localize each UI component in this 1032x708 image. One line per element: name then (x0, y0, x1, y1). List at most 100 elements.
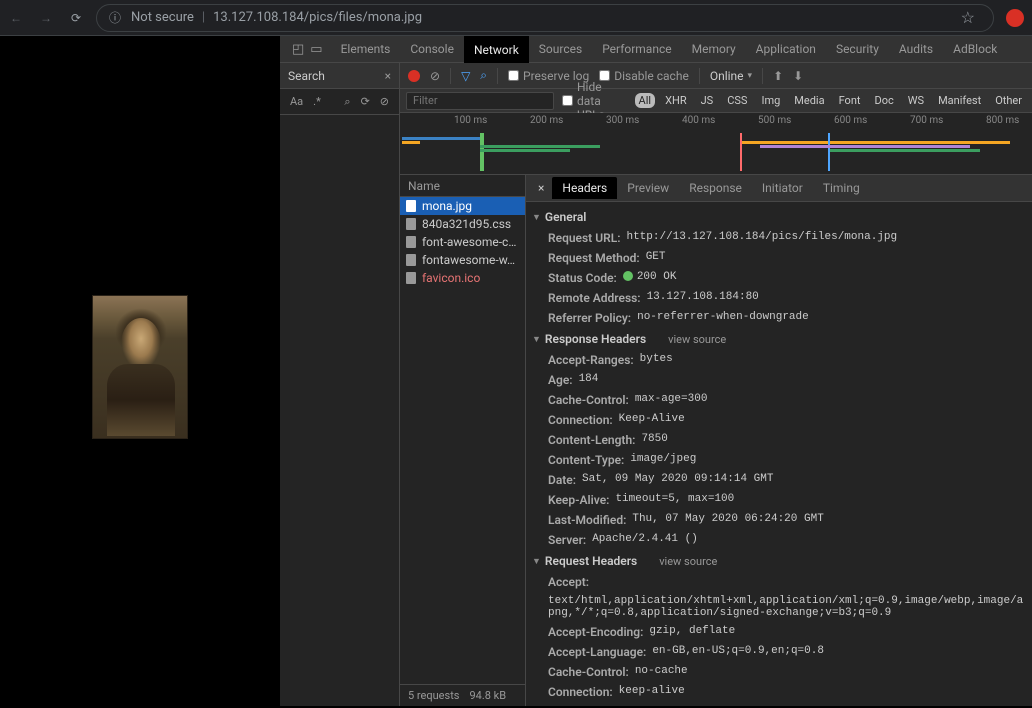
clear-icon[interactable]: ⊘ (430, 69, 440, 83)
search-label: Search (288, 69, 325, 83)
devtools-body: Search × Aa .* ⌕ ⟳ ⊘ ⊘ ▽ ⌕ (280, 63, 1032, 706)
header-row: Keep-Alive:timeout=5, max=100 (526, 490, 1032, 510)
request-name: favicon.ico (422, 271, 480, 285)
header-value: gzip, deflate (649, 625, 735, 639)
view-source-link[interactable]: view source (659, 555, 717, 568)
header-key: Connection: (548, 413, 613, 427)
header-value: 13.127.108.184:80 (647, 291, 759, 305)
record-icon[interactable] (408, 70, 420, 82)
devtools-tab-performance[interactable]: Performance (592, 36, 681, 63)
header-key: Connection: (548, 685, 613, 699)
throttle-select[interactable]: Online▾ (710, 69, 752, 83)
section-request-headers[interactable]: ▼Request Headersview source (526, 550, 1032, 572)
devtools-tab-audits[interactable]: Audits (889, 36, 943, 63)
download-icon[interactable]: ⬇ (793, 69, 803, 83)
refresh-icon[interactable]: ⟳ (361, 95, 370, 108)
close-icon[interactable]: × (530, 181, 552, 195)
forward-icon[interactable]: → (38, 10, 54, 26)
header-key: Keep-Alive: (548, 493, 609, 507)
detail-tab-initiator[interactable]: Initiator (752, 177, 813, 199)
devtools-tab-sources[interactable]: Sources (529, 36, 592, 63)
filter-type-font[interactable]: Font (835, 93, 865, 108)
devtools-tab-security[interactable]: Security (826, 36, 889, 63)
request-item[interactable]: fontawesome-w… (400, 251, 525, 269)
detail-tab-preview[interactable]: Preview (617, 177, 679, 199)
bookmark-star-icon[interactable]: ☆ (961, 8, 975, 27)
info-icon[interactable]: ⓘ (107, 10, 123, 26)
request-item[interactable]: mona.jpg (400, 197, 525, 215)
devtools-tab-elements[interactable]: Elements (331, 36, 401, 63)
filter-type-all[interactable]: All (635, 93, 656, 108)
devtools-tab-memory[interactable]: Memory (682, 36, 746, 63)
detail-tab-timing[interactable]: Timing (813, 177, 870, 199)
request-detail: × HeadersPreviewResponseInitiatorTiming … (526, 175, 1032, 706)
filter-type-ws[interactable]: WS (904, 93, 928, 108)
reload-icon[interactable]: ⟳ (68, 10, 84, 26)
search-icon[interactable]: ⌕ (344, 95, 350, 109)
header-row: Age: 184 (526, 370, 1032, 390)
request-item[interactable]: favicon.ico (400, 269, 525, 287)
url-bar[interactable]: ⓘ Not secure | 13.127.108.184/pics/files… (96, 4, 994, 32)
request-name: mona.jpg (422, 199, 472, 213)
status-dot-icon (623, 271, 633, 281)
filter-type-media[interactable]: Media (790, 93, 828, 108)
request-count: 5 requests (408, 689, 459, 702)
devtools-tab-network[interactable]: Network (464, 36, 529, 63)
view-source-link[interactable]: view source (668, 333, 726, 346)
section-general[interactable]: ▼General (526, 206, 1032, 228)
devtools-tab-adblock[interactable]: AdBlock (943, 36, 1007, 63)
timeline[interactable]: 100 ms200 ms300 ms400 ms500 ms600 ms700 … (400, 113, 1032, 175)
header-key: Remote Address: (548, 291, 641, 305)
header-value: 184 (579, 373, 599, 387)
detail-tab-response[interactable]: Response (679, 177, 752, 199)
request-name: font-awesome-c… (422, 235, 516, 249)
devtools-tab-console[interactable]: Console (400, 36, 464, 63)
detail-body[interactable]: ▼General Request URL:http://13.127.108.1… (526, 202, 1032, 706)
devtools-tab-application[interactable]: Application (746, 36, 826, 63)
regex-toggle[interactable]: .* (313, 95, 321, 108)
case-toggle[interactable]: Aa (290, 95, 303, 108)
header-key: Server: (548, 533, 586, 547)
header-key: Content-Type: (548, 453, 624, 467)
filter-input[interactable] (406, 92, 554, 110)
detail-tab-headers[interactable]: Headers (552, 177, 617, 199)
upload-icon[interactable]: ⬆ (773, 69, 783, 83)
header-row: Request Method:GET (526, 248, 1032, 268)
header-row: Referrer Policy:no-referrer-when-downgra… (526, 308, 1032, 328)
page-viewport (0, 36, 280, 698)
clear-icon[interactable]: ⊘ (380, 95, 389, 108)
header-key: Accept-Ranges: (548, 353, 634, 367)
filter-type-css[interactable]: CSS (723, 93, 751, 108)
request-list-header[interactable]: Name (400, 175, 525, 197)
header-row: Remote Address: 13.127.108.184:80 (526, 288, 1032, 308)
header-key: Age: (548, 373, 573, 387)
search-icon[interactable]: ⌕ (480, 68, 487, 83)
filter-type-manifest[interactable]: Manifest (934, 93, 985, 108)
filter-type-doc[interactable]: Doc (871, 93, 898, 108)
search-tools: Aa .* ⌕ ⟳ ⊘ (280, 89, 399, 115)
header-row: Connection:Keep-Alive (526, 410, 1032, 430)
filter-type-xhr[interactable]: XHR (661, 93, 691, 108)
filter-type-other[interactable]: Other (991, 93, 1026, 108)
network-filter-bar: Hide data URLs AllXHRJSCSSImgMediaFontDo… (400, 89, 1032, 113)
timeline-tick: 400 ms (682, 115, 715, 126)
device-icon[interactable]: ▭ (310, 42, 322, 57)
request-item[interactable]: 840a321d95.css (400, 215, 525, 233)
header-value: max-age=300 (635, 393, 708, 407)
timeline-tick: 200 ms (530, 115, 563, 126)
back-icon[interactable]: ← (8, 10, 24, 26)
filter-icon[interactable]: ▽ (461, 69, 470, 83)
separator (699, 68, 700, 84)
header-row: Content-Length:7850 (526, 430, 1032, 450)
close-icon[interactable]: × (385, 69, 391, 83)
file-icon (406, 272, 416, 284)
section-response-headers[interactable]: ▼Response Headersview source (526, 328, 1032, 350)
file-icon (406, 254, 416, 266)
profile-avatar[interactable] (1006, 9, 1024, 27)
inspect-icon[interactable]: ◰ (292, 42, 304, 57)
request-list: Name mona.jpg 840a321d95.css font-awesome-… (400, 175, 526, 706)
request-item[interactable]: font-awesome-c… (400, 233, 525, 251)
filter-type-js[interactable]: JS (697, 93, 718, 108)
header-value: en-GB,en-US;q=0.9,en;q=0.8 (652, 645, 824, 659)
filter-type-img[interactable]: Img (757, 93, 784, 108)
